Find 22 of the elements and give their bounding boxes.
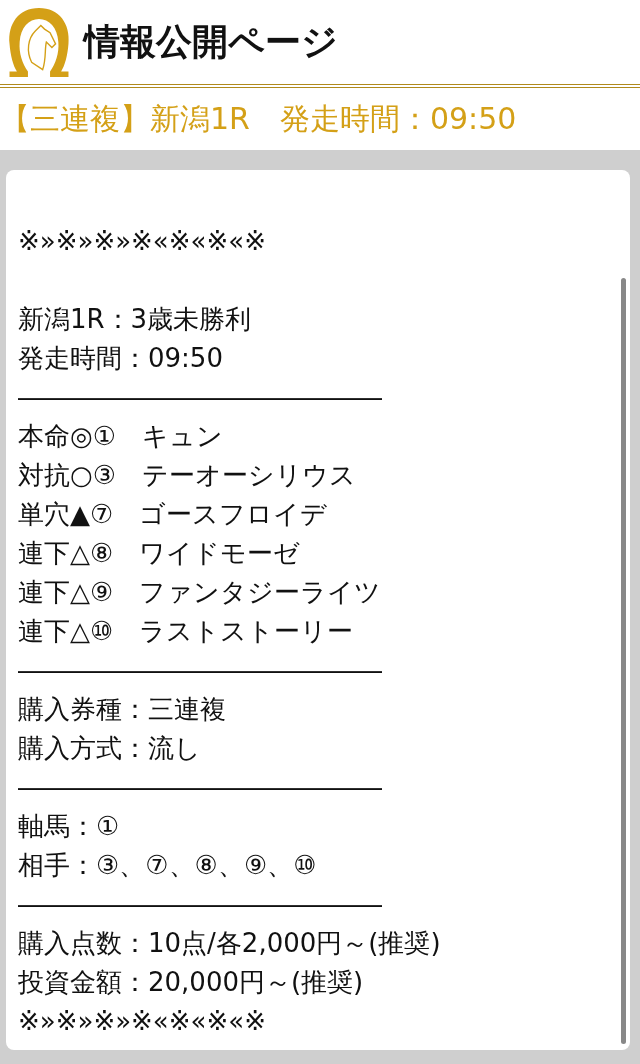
post-line: 新潟1R：3歳未勝利 — [18, 303, 252, 336]
post-line: ―――――――――――――― — [18, 381, 382, 414]
post-line: 購入券種：三連複 — [18, 693, 226, 726]
post-line: 相手：③、⑦、⑧、⑨、⑩ — [18, 849, 317, 882]
post-line: 連下△⑧ ワイドモーゼ — [18, 537, 301, 570]
post-line: ※»※»※»※«※«※«※ — [18, 1005, 266, 1038]
post-line: 連下△⑩ ラストストーリー — [18, 615, 354, 648]
post-line: ―――――――――――――― — [18, 654, 382, 687]
post-line: 連下△⑨ ファンタジーライツ — [18, 576, 382, 609]
post-line: 投資金額：20,000円～(推奨) — [18, 966, 364, 999]
race-heading: 【三連複】新潟1R 発走時間：09:50 — [0, 99, 518, 138]
post-line: ※»※»※»※«※«※«※ — [18, 225, 266, 258]
post-line: 本命◎① キュン — [18, 420, 223, 453]
post-line: 単穴▲⑦ ゴースフロイデ — [18, 498, 328, 531]
post-line: 購入方式：流し — [18, 732, 201, 765]
post-line: ―――――――――――――― — [18, 888, 382, 921]
post-line: 対抗○③ テーオーシリウス — [18, 459, 356, 492]
post-line: 発走時間：09:50 — [18, 342, 223, 375]
post-line: 購入点数：10点/各2,000円～(推奨) — [18, 927, 441, 960]
page-title: 情報公開ページ — [84, 18, 338, 64]
post-line: ―――――――――――――― — [18, 771, 382, 804]
post-line: 軸馬：① — [18, 810, 120, 843]
